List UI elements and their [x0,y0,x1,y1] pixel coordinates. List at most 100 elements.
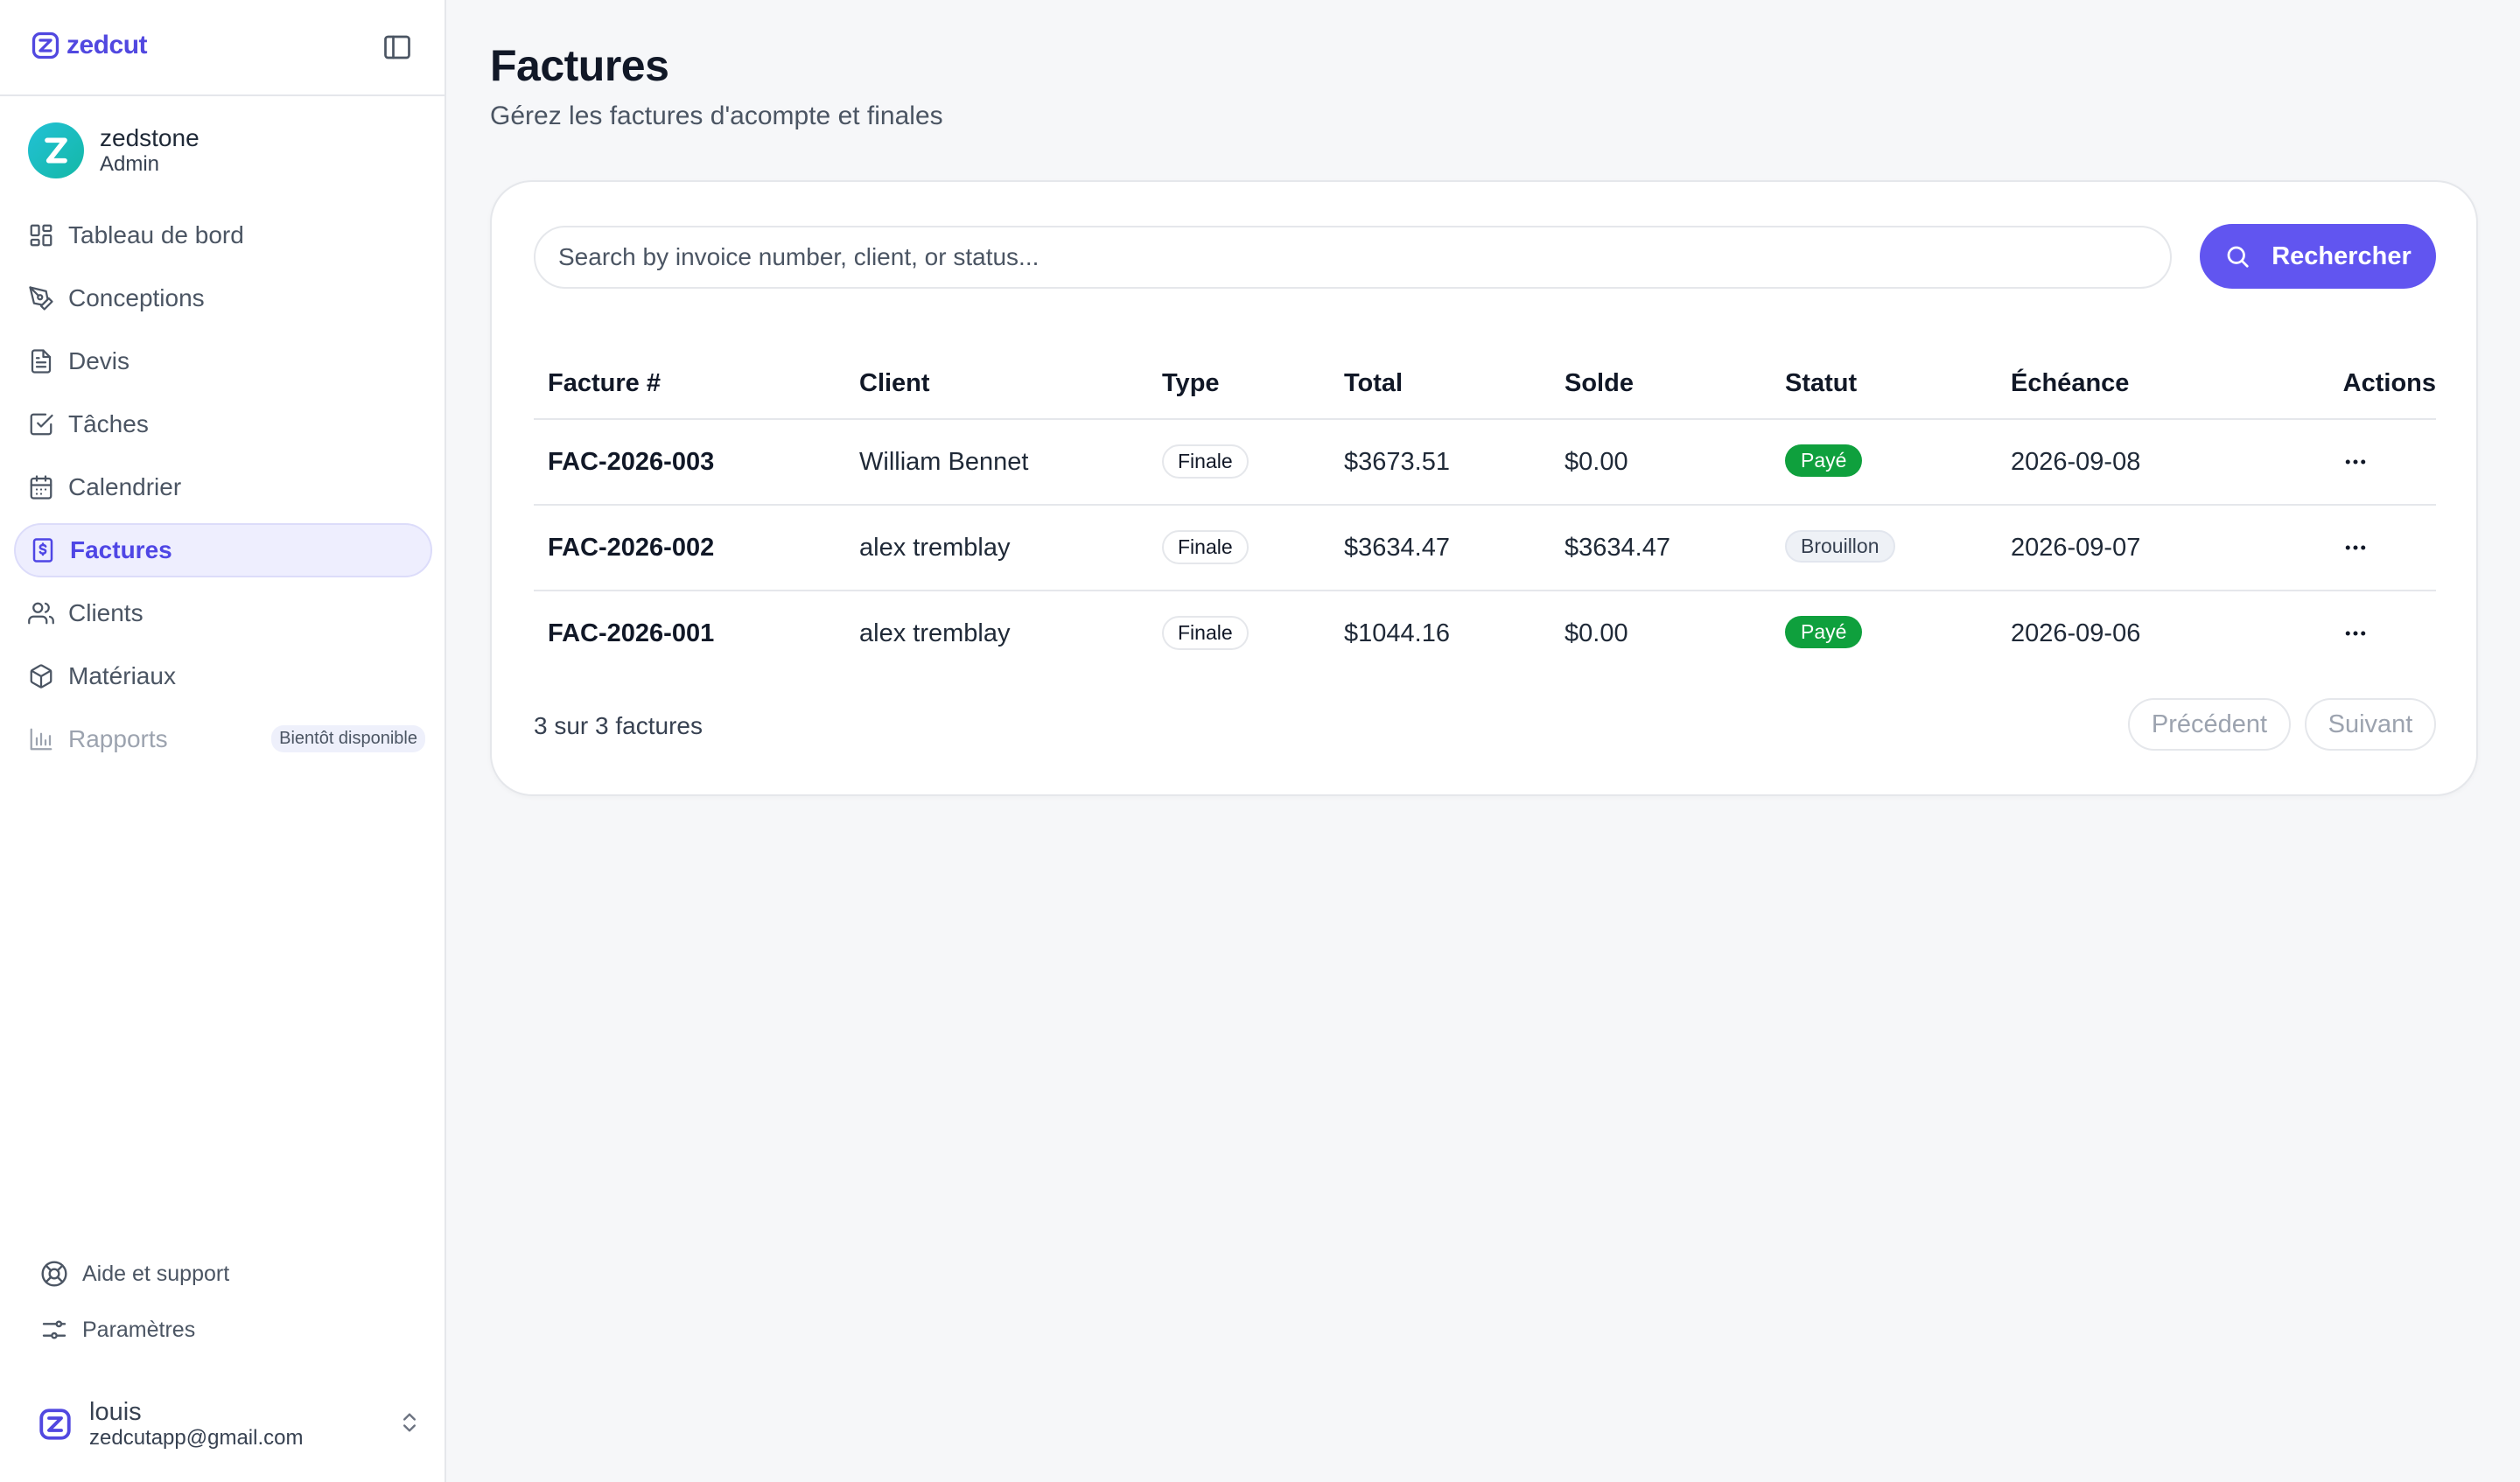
invoice-balance: $0.00 [1564,619,1628,647]
column-header-balance[interactable]: Solde [1564,369,1634,398]
user-role: Admin [100,152,160,176]
more-horizontal-icon [2345,459,2366,465]
current-user[interactable]: zedstone Admin [28,122,200,178]
more-horizontal-icon [2345,631,2366,636]
invoice-total: $3634.47 [1344,534,1450,562]
type-badge: Finale [1162,530,1249,564]
zedcut-avatar-icon [39,1409,71,1440]
invoice-client: alex tremblay [859,534,1011,562]
sliders-icon [42,1320,66,1339]
brand-logo-link[interactable]: zedcut [30,30,148,61]
invoice-number[interactable]: FAC-2026-003 [548,448,714,477]
invoices-card: Rechercher Facture # Client Type Total S… [490,180,2478,796]
brand-bar: zedcut [0,0,444,96]
sidebar-toggle-icon[interactable] [382,31,413,63]
invoice-total: $1044.16 [1344,619,1450,647]
file-text-icon [31,349,52,374]
account-name: louis [89,1398,142,1426]
invoice-total: $3673.51 [1344,448,1450,476]
invoice-balance: $0.00 [1564,448,1628,476]
invoice-due-date: 2026-09-08 [2011,448,2141,476]
more-horizontal-icon [2345,545,2366,550]
search-input[interactable] [534,226,2172,289]
invoices-table: Facture # Client Type Total Solde Statut… [534,345,2436,677]
settings-link[interactable]: Paramètres [40,1312,229,1347]
type-badge: Finale [1162,616,1249,650]
sidebar-item-label: Conceptions [68,284,205,311]
check-square-icon [30,413,53,436]
sidebar-item-label: Rapports [68,725,168,752]
chevron-up-down-icon [403,1413,416,1432]
column-header-client[interactable]: Client [859,369,930,398]
sidebar-item-label: Matériaux [68,662,176,689]
status-badge: Brouillon [1785,530,1895,563]
row-actions-button[interactable] [2336,532,2375,563]
package-icon [30,664,52,689]
zedcut-logo-icon [32,31,60,59]
pen-tool-icon [29,286,53,311]
z-letter-icon [45,137,67,164]
sidebar-item-tasks[interactable]: Tâches [14,397,432,451]
sidebar-item-label: Clients [68,599,144,626]
coming-soon-badge: Bientôt disponible [271,725,425,752]
sidebar-item-label: Tableau de bord [68,221,244,248]
column-header-actions: Actions [2342,369,2436,397]
sidebar-item-label: Tâches [68,410,149,437]
settings-label: Paramètres [82,1317,196,1342]
status-badge: Payé [1785,444,1863,477]
invoice-due-date: 2026-09-07 [2011,534,2141,562]
invoice-client: William Bennet [859,448,1029,476]
calendar-icon [30,475,52,500]
column-header-total[interactable]: Total [1344,369,1403,398]
invoice-dollar-icon [32,538,53,563]
account-switcher[interactable]: louis zedcutapp@gmail.com [37,1398,422,1451]
sidebar-nav: Tableau de bord Conceptions Devis Tâches… [14,208,432,775]
invoice-client: alex tremblay [859,619,1011,647]
table-header: Facture # Client Type Total Solde Statut… [534,345,2436,420]
sidebar-item-clients[interactable]: Clients [14,586,432,640]
sidebar-item-dashboard[interactable]: Tableau de bord [14,208,432,262]
invoice-balance: $3634.47 [1564,534,1670,562]
sidebar-item-calendar[interactable]: Calendrier [14,460,432,514]
bar-chart-icon [30,728,52,751]
status-badge: Payé [1785,616,1863,648]
brand-name: zedcut [66,31,148,59]
row-actions-button[interactable] [2336,618,2375,649]
search-button[interactable]: Rechercher [2200,224,2436,289]
previous-page-button[interactable]: Précédent [2128,698,2291,751]
page-subtitle: Gérez les factures d'acompte et finales [490,101,943,130]
life-buoy-icon [41,1261,67,1287]
column-header-status[interactable]: Statut [1785,369,1857,398]
user-name: zedstone [100,124,200,151]
account-email: zedcutapp@gmail.com [89,1426,304,1450]
next-page-button[interactable]: Suivant [2305,698,2436,751]
invoice-due-date: 2026-09-06 [2011,619,2141,647]
sidebar-item-label: Calendrier [68,473,182,500]
page-title: Factures [490,41,669,90]
invoice-number[interactable]: FAC-2026-001 [548,619,714,648]
dashboard-icon [30,224,52,247]
column-header-due-date[interactable]: Échéance [2011,369,2129,398]
sidebar-item-designs[interactable]: Conceptions [14,271,432,325]
help-support-link[interactable]: Aide et support [40,1256,229,1291]
table-row[interactable]: FAC-2026-001 alex tremblay Finale $1044.… [534,591,2436,677]
users-icon [28,602,54,625]
column-header-number[interactable]: Facture # [548,369,661,398]
sidebar-item-label: Devis [68,347,130,374]
search-button-label: Rechercher [2272,241,2412,270]
table-row[interactable]: FAC-2026-003 William Bennet Finale $3673… [534,420,2436,506]
column-header-type[interactable]: Type [1162,369,1220,398]
sidebar-item-reports: Rapports Bientôt disponible [14,712,432,766]
pagination-summary: 3 sur 3 factures [534,712,703,739]
sidebar-item-quotes[interactable]: Devis [14,334,432,388]
invoice-number[interactable]: FAC-2026-002 [548,534,714,563]
type-badge: Finale [1162,444,1249,479]
sidebar-item-invoices[interactable]: Factures [14,523,432,577]
sidebar-item-materials[interactable]: Matériaux [14,649,432,703]
sidebar: zedcut zedstone Admin Tableau de bord Co… [0,0,446,1482]
row-actions-button[interactable] [2336,446,2375,478]
avatar [28,122,84,178]
sidebar-footer-links: Aide et support Paramètres [40,1256,229,1368]
table-row[interactable]: FAC-2026-002 alex tremblay Finale $3634.… [534,506,2436,591]
search-icon [2227,246,2249,268]
